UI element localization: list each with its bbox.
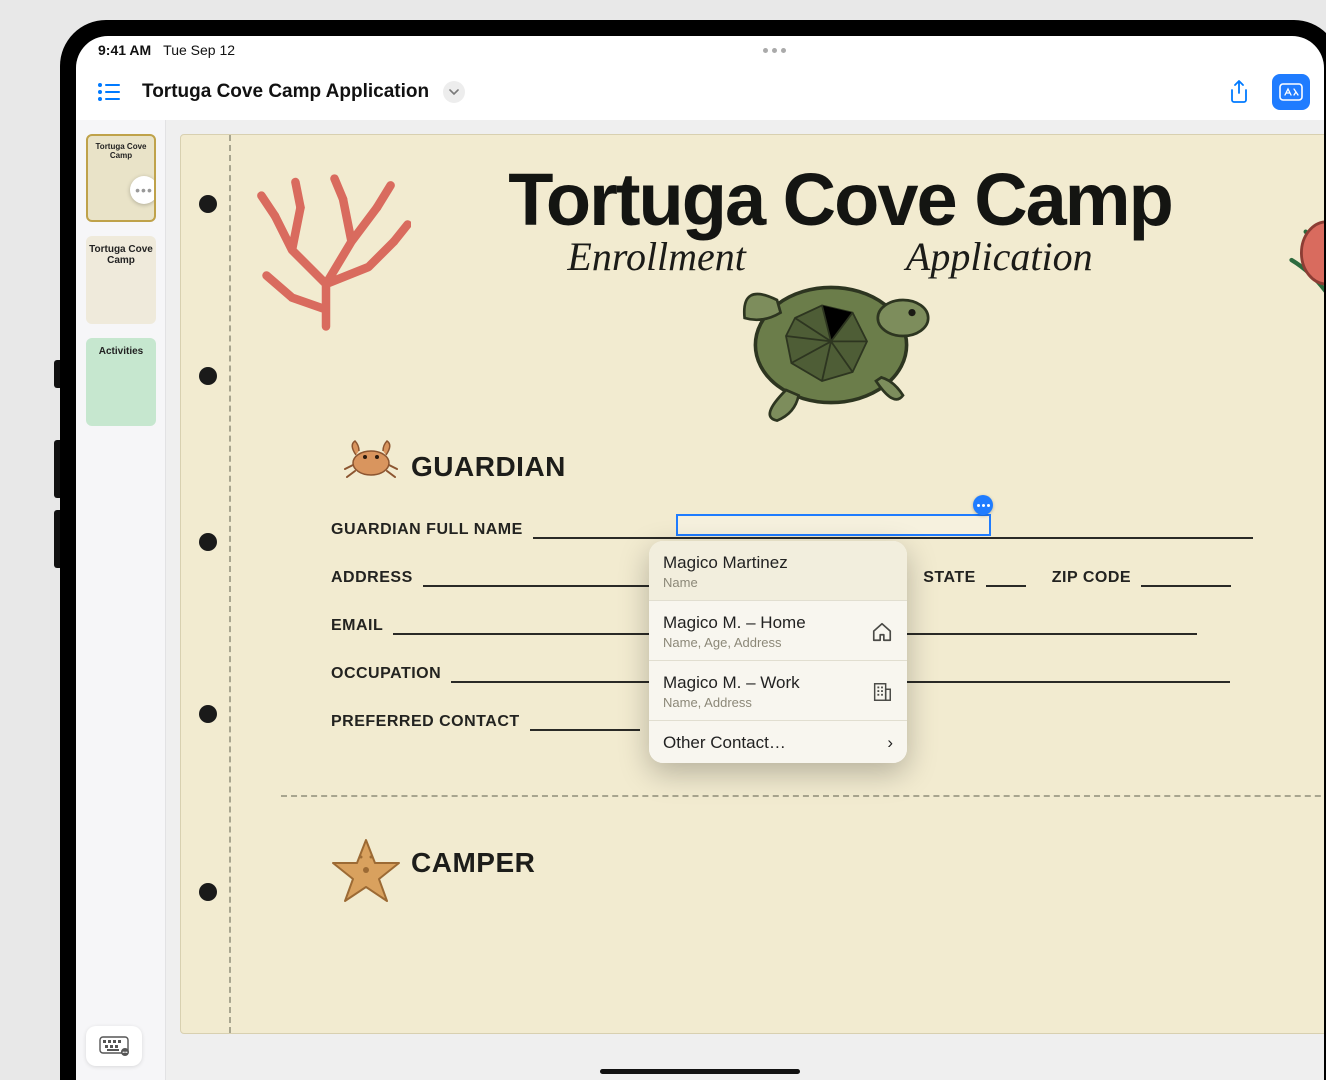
keyboard-toggle-button[interactable]: •••: [86, 1026, 142, 1066]
markup-button[interactable]: [1272, 74, 1310, 110]
document-menu-button[interactable]: [443, 81, 465, 103]
document-toolbar: Tortuga Cove Camp Application: [76, 64, 1324, 120]
chevron-right-icon: ›: [887, 733, 893, 753]
subtitle-application: Application: [906, 233, 1093, 280]
suggestion-title: Magico Martinez: [663, 553, 893, 573]
autofill-indicator-icon[interactable]: [973, 495, 993, 515]
status-date: Tue Sep 12: [163, 42, 235, 58]
input-address[interactable]: [423, 569, 683, 587]
home-indicator[interactable]: [600, 1069, 800, 1074]
list-icon: [97, 82, 121, 102]
subtitle-enrollment: Enrollment: [567, 233, 746, 280]
autofill-popover: Magico Martinez Name Magico M. – Home Na…: [649, 541, 907, 763]
label-full-name: GUARDIAN FULL NAME: [331, 521, 523, 539]
suggestion-title: Magico M. – Work: [663, 673, 859, 693]
label-state: STATE: [923, 569, 976, 587]
autofill-other-contact[interactable]: Other Contact… ›: [649, 721, 907, 763]
status-bar: 9:41 AM Tue Sep 12: [76, 36, 1324, 64]
status-time: 9:41 AM: [98, 42, 151, 58]
label-address: ADDRESS: [331, 569, 413, 587]
suggestion-title: Magico M. – Home: [663, 613, 859, 633]
hole-punch-icon: [199, 705, 217, 723]
suggestion-sub: Name, Age, Address: [663, 635, 859, 650]
autofill-suggestion-2[interactable]: Magico M. – Home Name, Age, Address: [649, 601, 907, 661]
camp-title: Tortuga Cove Camp: [391, 165, 1289, 235]
label-zip: ZIP CODE: [1052, 569, 1131, 587]
page-thumbnail-1[interactable]: Tortuga Cove Camp •••: [86, 134, 156, 222]
suggestion-sub: Name: [663, 575, 893, 590]
label-preferred-contact: PREFERRED CONTACT: [331, 713, 520, 731]
hole-punch-icon: [199, 367, 217, 385]
label-email: EMAIL: [331, 617, 383, 635]
input-preferred-contact[interactable]: [530, 713, 640, 731]
screen: 9:41 AM Tue Sep 12 Tortuga Cove Camp: [76, 36, 1324, 1080]
other-contact-label: Other Contact…: [663, 733, 875, 753]
thumbnail-sidebar[interactable]: Tortuga Cove Camp ••• Tortuga Cove Camp …: [76, 120, 166, 1080]
input-email[interactable]: [393, 617, 673, 635]
active-text-field[interactable]: [676, 514, 991, 536]
page-header: Tortuga Cove Camp Enrollment Application: [181, 135, 1324, 290]
thumbnails-toggle-button[interactable]: [90, 74, 128, 110]
document-title[interactable]: Tortuga Cove Camp Application: [142, 81, 429, 103]
multitask-grabber-icon[interactable]: [763, 48, 786, 53]
workspace: Tortuga Cove Camp ••• Tortuga Cove Camp …: [76, 120, 1324, 1080]
page-thumbnail-2[interactable]: Tortuga Cove Camp: [86, 236, 156, 324]
label-occupation: OCCUPATION: [331, 665, 441, 683]
autofill-suggestion-3[interactable]: Magico M. – Work Name, Address: [649, 661, 907, 721]
section-heading-guardian: GUARDIAN: [411, 451, 566, 483]
home-icon: [871, 621, 893, 643]
input-place-of-work[interactable]: [880, 665, 1230, 683]
autofill-suggestion-1[interactable]: Magico Martinez Name: [649, 541, 907, 601]
input-state[interactable]: [986, 569, 1026, 587]
keyboard-icon: •••: [99, 1036, 129, 1056]
page-1: Tortuga Cove Camp Enrollment Application…: [180, 134, 1324, 1034]
share-icon: [1229, 80, 1249, 104]
hole-punch-icon: [199, 533, 217, 551]
crab-illustration: [341, 435, 401, 481]
thumbnail-more-button[interactable]: •••: [130, 176, 156, 204]
suggestion-sub: Name, Address: [663, 695, 859, 710]
share-button[interactable]: [1220, 74, 1258, 110]
hole-punch-icon: [199, 883, 217, 901]
document-canvas[interactable]: Tortuga Cove Camp Enrollment Application…: [166, 120, 1324, 1080]
svg-text:•••: •••: [122, 1050, 128, 1056]
markup-icon: [1279, 83, 1303, 101]
section-divider: [281, 795, 1324, 797]
input-zip[interactable]: [1141, 569, 1231, 587]
section-heading-camper: CAMPER: [411, 847, 535, 879]
starfish-illustration: [331, 835, 401, 905]
chevron-down-icon: [449, 88, 459, 96]
building-icon: [871, 681, 893, 703]
page-thumbnail-3[interactable]: Activities: [86, 338, 156, 426]
ipad-frame: 9:41 AM Tue Sep 12 Tortuga Cove Camp: [60, 20, 1326, 1080]
